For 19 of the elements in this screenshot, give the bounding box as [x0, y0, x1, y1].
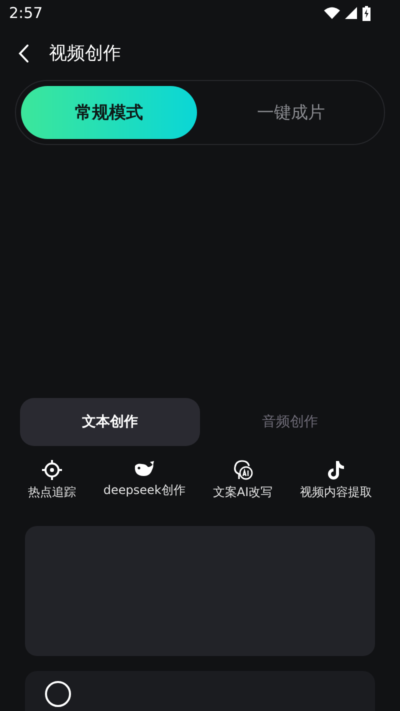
tool-label[interactable]: 热点追踪: [28, 484, 76, 501]
whale-icon[interactable]: [133, 460, 156, 478]
circle-icon: [45, 681, 71, 707]
wifi-icon: [324, 7, 340, 19]
tool-label[interactable]: deepseek创作: [103, 482, 186, 499]
crosshair-icon[interactable]: [42, 460, 62, 480]
mode-tab[interactable]: 一键成片: [203, 86, 379, 139]
page-title: 视频创作: [49, 42, 121, 65]
music-note-icon[interactable]: [327, 460, 346, 480]
creation-tab[interactable]: 音频创作: [200, 398, 380, 446]
head-ai-icon[interactable]: [232, 460, 253, 480]
status-time: 2:57: [9, 4, 43, 22]
tool-label[interactable]: 视频内容提取: [300, 484, 372, 501]
battery-icon: [362, 6, 371, 20]
signal-icon: [345, 7, 357, 19]
back-icon[interactable]: [18, 44, 29, 62]
mode-tab[interactable]: 常规模式: [21, 86, 197, 139]
tool-label[interactable]: 文案AI改写: [212, 484, 273, 501]
creation-tab[interactable]: 文本创作: [20, 398, 200, 446]
